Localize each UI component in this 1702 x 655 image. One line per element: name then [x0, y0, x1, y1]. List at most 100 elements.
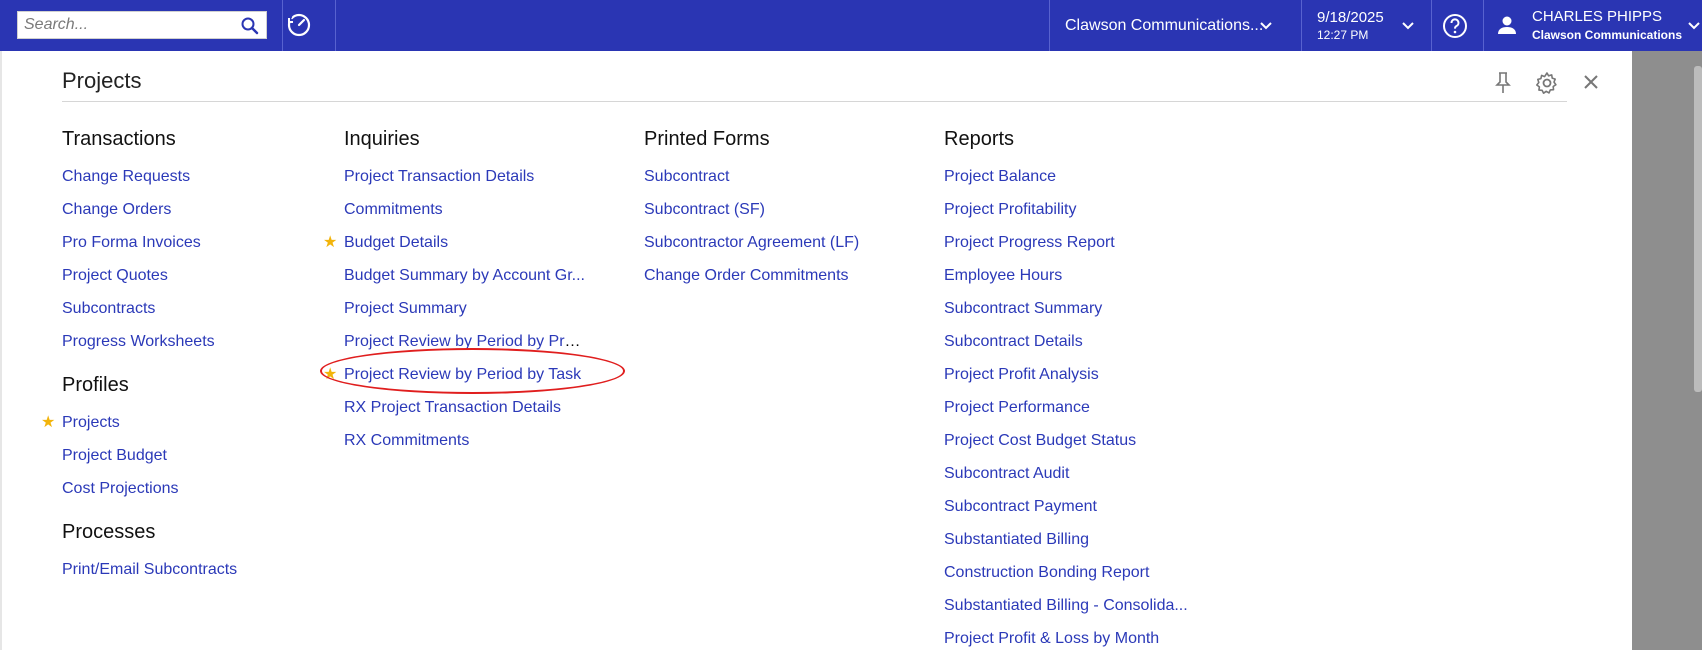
menu-link[interactable]: Pro Forma Invoices [62, 234, 201, 251]
pin-icon[interactable] [1494, 71, 1512, 95]
list-item[interactable]: Pro Forma Invoices [62, 226, 312, 259]
menu-link[interactable]: Change Orders [62, 201, 171, 218]
list-item[interactable]: Project Balance [944, 160, 1214, 193]
list-item[interactable]: Construction Bonding Report [944, 556, 1214, 589]
list-item[interactable]: Subcontract Payment [944, 490, 1214, 523]
menu-link[interactable]: Construction Bonding Report [944, 564, 1149, 581]
menu-link[interactable]: Commitments [344, 201, 443, 218]
list-item[interactable]: Change Order Commitments [644, 259, 904, 292]
menu-link[interactable]: Project Profit Analysis [944, 366, 1099, 383]
menu-link[interactable]: Project Profit & Loss by Month [944, 630, 1159, 647]
list-item[interactable]: Progress Worksheets [62, 325, 312, 358]
search-input[interactable] [18, 12, 234, 38]
list-item[interactable]: ★ Project Review by Period by Task [323, 358, 589, 391]
list-item[interactable]: Subcontract (SF) [644, 193, 904, 226]
list-item[interactable]: Subcontract [644, 160, 904, 193]
menu-link[interactable]: Budget Details [344, 234, 448, 251]
list-item[interactable]: Project Summary [344, 292, 589, 325]
list-item[interactable]: Project Profit Analysis [944, 358, 1214, 391]
list-item[interactable]: Subcontract Summary [944, 292, 1214, 325]
processes-list: Print/Email Subcontracts [62, 553, 312, 586]
menu-link[interactable]: Subcontract (SF) [644, 201, 765, 218]
menu-link[interactable]: Projects [62, 414, 120, 431]
list-item[interactable]: Employee Hours [944, 259, 1214, 292]
scrollbar[interactable] [1694, 66, 1702, 392]
menu-link[interactable]: Substantiated Billing [944, 531, 1089, 548]
menu-link[interactable]: Employee Hours [944, 267, 1062, 284]
list-item[interactable]: Subcontract Audit [944, 457, 1214, 490]
menu-link[interactable]: Project Profitability [944, 201, 1077, 218]
menu-link[interactable]: Project Performance [944, 399, 1090, 416]
list-item[interactable]: Substantiated Billing - Consolida... [944, 589, 1214, 622]
menu-link[interactable]: Project Progress Report [944, 234, 1115, 251]
gear-icon[interactable] [1535, 71, 1559, 95]
list-item[interactable]: Project Progress Report [944, 226, 1214, 259]
list-item[interactable]: Project Review by Period by Proj... [344, 325, 589, 358]
menu-link[interactable]: Subcontract [644, 168, 729, 185]
list-item[interactable]: RX Commitments [344, 424, 589, 457]
business-date-selector[interactable]: 9/18/2025 12:27 PM [1302, 0, 1432, 51]
menu-link[interactable]: Project Review by Period by Task [344, 366, 581, 383]
help-icon[interactable] [1441, 12, 1469, 40]
menu-link[interactable]: RX Project Transaction Details [344, 399, 561, 416]
menu-link[interactable]: Project Cost Budget Status [944, 432, 1136, 449]
list-item[interactable]: Project Cost Budget Status [944, 424, 1214, 457]
menu-link[interactable]: Subcontracts [62, 300, 155, 317]
favorite-star-icon[interactable]: ★ [323, 358, 337, 391]
list-item[interactable]: Project Profitability [944, 193, 1214, 226]
menu-link[interactable]: Subcontract Audit [944, 465, 1069, 482]
search-icon[interactable] [240, 16, 260, 36]
list-item[interactable]: Project Quotes [62, 259, 312, 292]
background-overlay [1632, 51, 1702, 650]
company-name: Clawson Communications... [1065, 16, 1264, 34]
chevron-down-icon [1688, 22, 1700, 30]
menu-link[interactable]: Budget Summary by Account Gr... [344, 267, 585, 284]
menu-link[interactable]: Cost Projections [62, 480, 179, 497]
list-item[interactable]: Commitments [344, 193, 589, 226]
menu-link[interactable]: Project Budget [62, 447, 167, 464]
list-item[interactable]: Project Profit & Loss by Month [944, 622, 1214, 655]
menu-link[interactable]: Change Order Commitments [644, 267, 849, 284]
list-item[interactable]: Budget Summary by Account Gr... [344, 259, 589, 292]
menu-link[interactable]: Project Quotes [62, 267, 168, 284]
menu-link[interactable]: Project Transaction Details [344, 168, 534, 185]
menu-link[interactable]: Subcontract Payment [944, 498, 1097, 515]
list-item[interactable]: Subcontract Details [944, 325, 1214, 358]
favorite-star-icon[interactable]: ★ [323, 226, 337, 259]
menu-link[interactable]: Project Review by Period by Proj... [344, 333, 589, 350]
company-selector[interactable]: Clawson Communications... [1050, 0, 1300, 51]
menu-link[interactable]: Subcontract Details [944, 333, 1083, 350]
menu-link[interactable]: Print/Email Subcontracts [62, 561, 237, 578]
list-item[interactable]: Change Orders [62, 193, 312, 226]
list-item[interactable]: Project Performance [944, 391, 1214, 424]
list-item[interactable]: Substantiated Billing [944, 523, 1214, 556]
list-item[interactable]: Project Budget [62, 439, 312, 472]
panel-divider [62, 101, 1567, 102]
menu-link[interactable]: Progress Worksheets [62, 333, 215, 350]
recent-history-icon[interactable] [283, 9, 315, 41]
list-item[interactable]: Change Requests [62, 160, 312, 193]
menu-link[interactable]: Project Balance [944, 168, 1056, 185]
list-item[interactable]: Project Transaction Details [344, 160, 589, 193]
menu-link[interactable]: RX Commitments [344, 432, 469, 449]
divider [335, 0, 336, 51]
list-item[interactable]: Subcontractor Agreement (LF) [644, 226, 904, 259]
menu-link[interactable]: Subcontractor Agreement (LF) [644, 234, 859, 251]
favorite-star-icon[interactable]: ★ [41, 406, 55, 439]
menu-link[interactable]: Substantiated Billing - Consolida... [944, 597, 1188, 614]
list-item[interactable]: Subcontracts [62, 292, 312, 325]
list-item[interactable]: Print/Email Subcontracts [62, 553, 312, 586]
chevron-down-icon [1402, 22, 1414, 30]
close-icon[interactable] [1582, 73, 1600, 91]
search-box[interactable] [17, 11, 267, 39]
list-item[interactable]: RX Project Transaction Details [344, 391, 589, 424]
menu-link[interactable]: Change Requests [62, 168, 190, 185]
user-menu[interactable]: CHARLES PHIPPS Clawson Communications [1484, 0, 1702, 51]
column-reports: Reports Project Balance Project Profitab… [944, 126, 1214, 655]
column-printed-forms: Printed Forms Subcontract Subcontract (S… [644, 126, 904, 292]
menu-link[interactable]: Project Summary [344, 300, 467, 317]
list-item[interactable]: ★ Projects [41, 406, 312, 439]
list-item[interactable]: ★ Budget Details [323, 226, 589, 259]
menu-link[interactable]: Subcontract Summary [944, 300, 1102, 317]
list-item[interactable]: Cost Projections [62, 472, 312, 505]
